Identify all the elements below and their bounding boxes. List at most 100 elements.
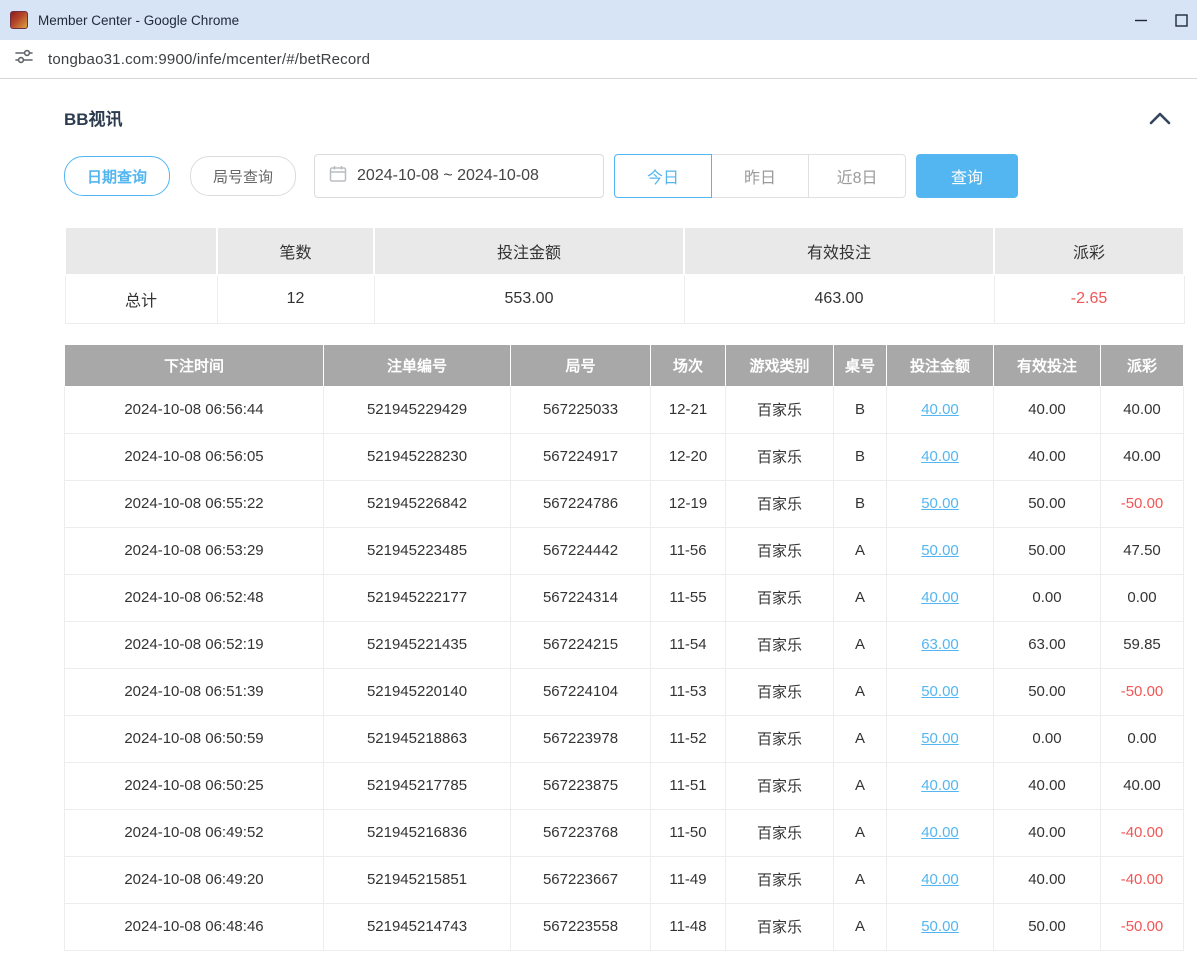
- maximize-button[interactable]: [1167, 0, 1197, 40]
- valid-bet-cell: 40.00: [994, 856, 1101, 903]
- bet-id-cell: 521945222177: [324, 574, 511, 621]
- bet-amount-link[interactable]: 63.00: [921, 636, 959, 653]
- table-no-cell: B: [834, 386, 887, 433]
- session-cell: 11-56: [651, 527, 726, 574]
- collapse-section-button[interactable]: [1149, 111, 1171, 125]
- game-type-cell: 百家乐: [726, 809, 834, 856]
- address-bar[interactable]: tongbao31.com:9900/infe/mcenter/#/betRec…: [0, 40, 1197, 79]
- summary-count-value: 12: [217, 275, 374, 323]
- summary-payout-value: -2.65: [994, 275, 1184, 323]
- bet-amount-link[interactable]: 50.00: [921, 683, 959, 700]
- bet-amount-link[interactable]: 50.00: [921, 730, 959, 747]
- table-no-cell: A: [834, 903, 887, 950]
- session-cell: 12-21: [651, 386, 726, 433]
- payout-cell: 47.50: [1101, 527, 1184, 574]
- valid-bet-cell: 40.00: [994, 809, 1101, 856]
- window-icon: [10, 11, 28, 29]
- header-payout: 派彩: [1101, 344, 1184, 386]
- table-row: 2024-10-08 06:50:59 521945218863 5672239…: [65, 715, 1184, 762]
- game-type-cell: 百家乐: [726, 433, 834, 480]
- chevron-up-icon: [1149, 111, 1171, 125]
- summary-header-bet-amount: 投注金额: [374, 227, 684, 275]
- session-cell: 11-50: [651, 809, 726, 856]
- bet-id-cell: 521945229429: [324, 386, 511, 433]
- summary-header-payout: 派彩: [994, 227, 1184, 275]
- game-type-cell: 百家乐: [726, 903, 834, 950]
- bet-time-cell: 2024-10-08 06:52:19: [65, 621, 324, 668]
- table-no-cell: A: [834, 621, 887, 668]
- payout-cell: 0.00: [1101, 574, 1184, 621]
- payout-cell: -50.00: [1101, 480, 1184, 527]
- bet-amount-link[interactable]: 40.00: [921, 448, 959, 465]
- bet-id-cell: 521945220140: [324, 668, 511, 715]
- game-type-cell: 百家乐: [726, 715, 834, 762]
- session-cell: 11-54: [651, 621, 726, 668]
- search-button[interactable]: 查询: [916, 154, 1018, 198]
- site-controls-icon[interactable]: [14, 47, 34, 72]
- round-cell: 567223978: [511, 715, 651, 762]
- session-cell: 11-51: [651, 762, 726, 809]
- table-no-cell: B: [834, 433, 887, 480]
- valid-bet-cell: 0.00: [994, 715, 1101, 762]
- table-row: 2024-10-08 06:50:25 521945217785 5672238…: [65, 762, 1184, 809]
- table-row: 2024-10-08 06:51:39 521945220140 5672241…: [65, 668, 1184, 715]
- bet-time-cell: 2024-10-08 06:51:39: [65, 668, 324, 715]
- minimize-button[interactable]: [1115, 0, 1167, 40]
- bet-amount-link[interactable]: 50.00: [921, 918, 959, 935]
- summary-bet-amount-value: 553.00: [374, 275, 684, 323]
- summary-header-row: 笔数 投注金额 有效投注 派彩: [65, 227, 1184, 275]
- bet-amount-link[interactable]: 50.00: [921, 495, 959, 512]
- bet-time-cell: 2024-10-08 06:50:25: [65, 762, 324, 809]
- bet-time-cell: 2024-10-08 06:48:46: [65, 903, 324, 950]
- bet-amount-cell: 63.00: [887, 621, 994, 668]
- table-row: 2024-10-08 06:49:52 521945216836 5672237…: [65, 809, 1184, 856]
- url-text[interactable]: tongbao31.com:9900/infe/mcenter/#/betRec…: [48, 51, 370, 68]
- today-button[interactable]: 今日: [614, 154, 712, 198]
- bet-id-cell: 521945218863: [324, 715, 511, 762]
- header-bet-id: 注单编号: [324, 344, 511, 386]
- bet-amount-link[interactable]: 40.00: [921, 589, 959, 606]
- last-8-days-button[interactable]: 近8日: [808, 154, 906, 198]
- bet-time-cell: 2024-10-08 06:56:05: [65, 433, 324, 480]
- bet-amount-cell: 50.00: [887, 527, 994, 574]
- date-query-tab[interactable]: 日期查询: [64, 156, 170, 196]
- bet-record-page: BB视讯 日期查询 局号查询 2024-10-08 ~ 2024-10-08 今…: [0, 79, 1197, 951]
- summary-header-blank: [65, 227, 217, 275]
- bet-amount-link[interactable]: 40.00: [921, 777, 959, 794]
- bet-amount-cell: 50.00: [887, 903, 994, 950]
- bet-amount-cell: 50.00: [887, 480, 994, 527]
- table-no-cell: A: [834, 809, 887, 856]
- bet-amount-cell: 40.00: [887, 856, 994, 903]
- session-cell: 11-52: [651, 715, 726, 762]
- table-row: 2024-10-08 06:49:20 521945215851 5672236…: [65, 856, 1184, 903]
- header-game-type: 游戏类别: [726, 344, 834, 386]
- game-type-cell: 百家乐: [726, 574, 834, 621]
- header-valid-bet: 有效投注: [994, 344, 1101, 386]
- date-range-value: 2024-10-08 ~ 2024-10-08: [357, 167, 539, 185]
- bet-id-cell: 521945223485: [324, 527, 511, 574]
- bet-table-header-row: 下注时间 注单编号 局号 场次 游戏类别 桌号 投注金额 有效投注 派彩: [65, 344, 1184, 386]
- table-no-cell: A: [834, 856, 887, 903]
- payout-cell: -40.00: [1101, 856, 1184, 903]
- quick-range-group: 今日 昨日 近8日: [614, 154, 906, 198]
- bet-amount-link[interactable]: 40.00: [921, 871, 959, 888]
- bet-amount-link[interactable]: 40.00: [921, 401, 959, 418]
- bet-amount-link[interactable]: 40.00: [921, 824, 959, 841]
- window-titlebar: Member Center - Google Chrome: [0, 0, 1197, 40]
- bet-amount-cell: 40.00: [887, 809, 994, 856]
- payout-cell: 40.00: [1101, 386, 1184, 433]
- valid-bet-cell: 40.00: [994, 386, 1101, 433]
- bet-id-cell: 521945228230: [324, 433, 511, 480]
- table-row: 2024-10-08 06:52:19 521945221435 5672242…: [65, 621, 1184, 668]
- session-cell: 11-49: [651, 856, 726, 903]
- payout-cell: -50.00: [1101, 903, 1184, 950]
- bet-amount-link[interactable]: 50.00: [921, 542, 959, 559]
- date-range-picker[interactable]: 2024-10-08 ~ 2024-10-08: [314, 154, 604, 198]
- round-cell: 567224442: [511, 527, 651, 574]
- bet-amount-cell: 40.00: [887, 574, 994, 621]
- yesterday-button[interactable]: 昨日: [711, 154, 809, 198]
- round-query-tab[interactable]: 局号查询: [190, 156, 296, 196]
- table-no-cell: B: [834, 480, 887, 527]
- header-round: 局号: [511, 344, 651, 386]
- bet-id-cell: 521945217785: [324, 762, 511, 809]
